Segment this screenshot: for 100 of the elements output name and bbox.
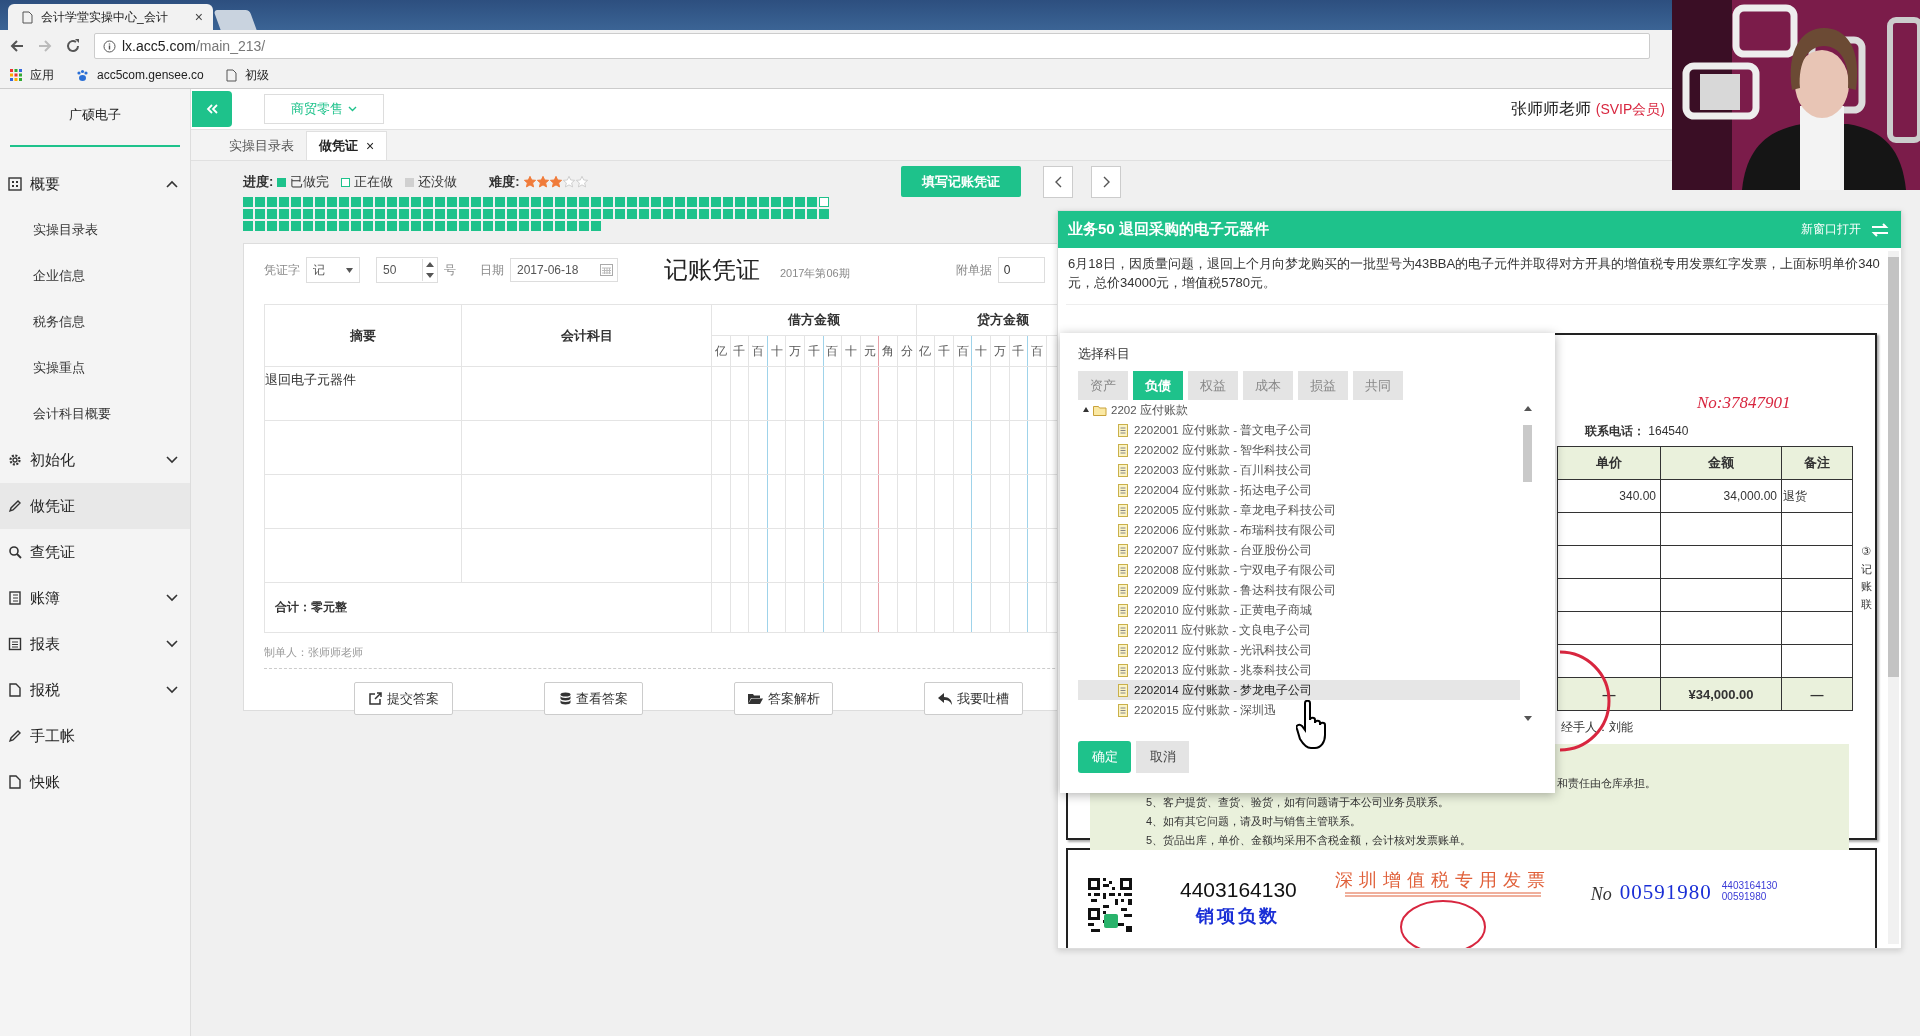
tree-item[interactable]: 2202003 应付账款 - 百川科技公司 (1078, 460, 1520, 480)
progress-cell[interactable] (279, 197, 289, 207)
page-tab[interactable]: 做凭证 × (306, 131, 388, 160)
progress-cell[interactable] (519, 209, 529, 219)
progress-cell[interactable] (543, 197, 553, 207)
tree-item[interactable]: 2202012 应付账款 - 光讯科技公司 (1078, 640, 1520, 660)
progress-cell[interactable] (411, 209, 421, 219)
progress-cell[interactable] (603, 197, 613, 207)
progress-cell[interactable] (735, 197, 745, 207)
progress-cell[interactable] (351, 197, 361, 207)
nav-item[interactable]: 账簿 (0, 575, 190, 621)
progress-cell[interactable] (303, 197, 313, 207)
progress-cell[interactable] (723, 197, 733, 207)
progress-cell[interactable] (567, 197, 577, 207)
progress-cell[interactable] (411, 221, 421, 231)
date-field[interactable]: 2017-06-18 (510, 258, 618, 282)
swap-arrows-icon[interactable] (1871, 222, 1889, 237)
tree-item[interactable]: 2202015 应付账款 - 深圳迅 (1078, 700, 1520, 720)
progress-cell[interactable] (363, 209, 373, 219)
progress-cell[interactable] (279, 221, 289, 231)
progress-cell[interactable] (435, 197, 445, 207)
progress-cell[interactable] (651, 197, 661, 207)
progress-cell[interactable] (375, 209, 385, 219)
nav-item[interactable]: 查凭证 (0, 529, 190, 575)
tree-item[interactable]: 2202004 应付账款 - 拓达电子公司 (1078, 480, 1520, 500)
progress-cell[interactable] (627, 197, 637, 207)
nav-subitem[interactable]: 实操目录表 (0, 207, 190, 253)
progress-cell[interactable] (315, 221, 325, 231)
progress-cell[interactable] (555, 197, 565, 207)
progress-cell[interactable] (663, 209, 673, 219)
progress-cell[interactable] (387, 197, 397, 207)
progress-cell[interactable] (543, 221, 553, 231)
progress-cell[interactable] (303, 209, 313, 219)
tree-item[interactable]: 2202014 应付账款 - 梦龙电子公司 (1078, 680, 1520, 700)
attachments-field[interactable]: 0 (997, 257, 1045, 283)
tree-item[interactable]: 2202005 应付账款 - 章龙电子科技公司 (1078, 500, 1520, 520)
progress-cell[interactable] (747, 197, 757, 207)
scrollbar[interactable] (1888, 251, 1899, 944)
new-tab-button[interactable] (213, 10, 257, 30)
previous-button[interactable] (1043, 166, 1073, 198)
address-field[interactable]: lx.acc5.com/main_213/ (94, 33, 1650, 59)
progress-cell[interactable] (435, 209, 445, 219)
tree-item[interactable]: 2202011 应付账款 - 文良电子公司 (1078, 620, 1520, 640)
progress-cell[interactable] (663, 197, 673, 207)
next-button[interactable] (1091, 166, 1121, 198)
progress-cell[interactable] (303, 221, 313, 231)
progress-cell[interactable] (339, 221, 349, 231)
nav-item[interactable]: 手工帐 (0, 713, 190, 759)
progress-cell[interactable] (759, 209, 769, 219)
tree-item[interactable]: 2202006 应付账款 - 布瑞科技有限公司 (1078, 520, 1520, 540)
tree-item[interactable]: 2202013 应付账款 - 兆泰科技公司 (1078, 660, 1520, 680)
progress-cell[interactable] (711, 209, 721, 219)
progress-cell[interactable] (639, 197, 649, 207)
close-button[interactable]: × (194, 9, 203, 25)
progress-cell[interactable] (471, 197, 481, 207)
progress-cell[interactable] (507, 197, 517, 207)
voucher-word-select[interactable]: 记 (306, 257, 360, 283)
progress-cell[interactable] (651, 209, 661, 219)
progress-cell[interactable] (699, 209, 709, 219)
progress-cell[interactable] (459, 209, 469, 219)
progress-cell[interactable] (459, 221, 469, 231)
progress-cell[interactable] (495, 209, 505, 219)
progress-cell[interactable] (435, 221, 445, 231)
progress-cell[interactable] (783, 209, 793, 219)
nav-subitem[interactable]: 会计科目概要 (0, 391, 190, 437)
progress-cell[interactable] (363, 197, 373, 207)
progress-cell[interactable] (351, 221, 361, 231)
close-tab-button[interactable]: × (366, 138, 375, 154)
progress-cell[interactable] (243, 221, 253, 231)
progress-cell[interactable] (531, 221, 541, 231)
progress-cell[interactable] (723, 209, 733, 219)
back-icon[interactable] (10, 39, 24, 53)
scroll-down-icon[interactable] (1523, 716, 1532, 721)
bookmark-link[interactable]: acc5com.gensee.co (76, 68, 204, 82)
progress-cell[interactable] (291, 209, 301, 219)
nav-item[interactable]: 快账 (0, 759, 190, 805)
progress-cell[interactable] (423, 209, 433, 219)
progress-cell[interactable] (759, 197, 769, 207)
cancel-button[interactable]: 取消 (1136, 741, 1189, 773)
progress-cell[interactable] (387, 221, 397, 231)
progress-cell[interactable] (711, 197, 721, 207)
progress-cell[interactable] (375, 197, 385, 207)
progress-cell[interactable] (351, 209, 361, 219)
nav-subitem[interactable]: 企业信息 (0, 253, 190, 299)
progress-cell[interactable] (471, 221, 481, 231)
progress-cell[interactable] (687, 197, 697, 207)
progress-cell[interactable] (327, 197, 337, 207)
bookmark-link[interactable]: 应用 (10, 66, 54, 84)
progress-cell[interactable] (783, 197, 793, 207)
progress-cell[interactable] (555, 221, 565, 231)
tree-item[interactable]: 2202010 应付账款 - 正黄电子商城 (1078, 600, 1520, 620)
progress-cell[interactable] (819, 197, 829, 207)
progress-cell[interactable] (327, 209, 337, 219)
progress-cell[interactable] (591, 209, 601, 219)
progress-cell[interactable] (447, 209, 457, 219)
progress-cell[interactable] (591, 197, 601, 207)
progress-cell[interactable] (531, 197, 541, 207)
progress-cell[interactable] (627, 209, 637, 219)
nav-subitem[interactable]: 实操重点 (0, 345, 190, 391)
progress-cell[interactable] (459, 197, 469, 207)
